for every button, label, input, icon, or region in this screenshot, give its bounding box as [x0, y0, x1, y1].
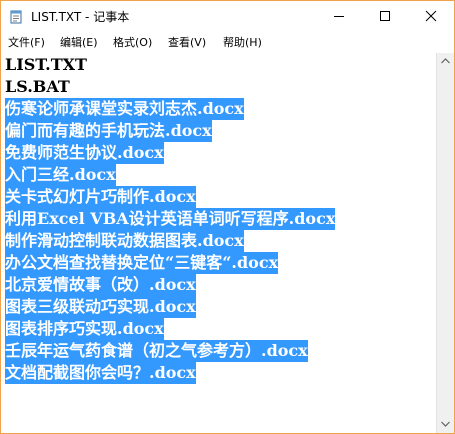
- selected-text-line[interactable]: 图表三级联动巧实现.docx: [5, 296, 196, 318]
- notepad-icon: [9, 9, 23, 24]
- menu-format[interactable]: 格式(O): [113, 34, 152, 50]
- title-bar[interactable]: LIST.TXT - 记事本: [1, 1, 454, 31]
- text-editor[interactable]: LIST.TXT LS.BAT 伤寒论师承课堂实录刘志杰.docx 偏门而有趣的…: [2, 53, 435, 433]
- selected-text-line[interactable]: 办公文档查找替换定位“三键客“.docx: [5, 252, 279, 274]
- vertical-scrollbar[interactable]: [436, 53, 454, 433]
- selected-text-line[interactable]: 北京爱情故事（改）.docx: [5, 274, 196, 296]
- menu-bar: 文件(F) 编辑(E) 格式(O) 查看(V) 帮助(H): [1, 31, 454, 52]
- menu-view[interactable]: 查看(V): [168, 34, 206, 50]
- selected-text-line[interactable]: 偏门而有趣的手机玩法.docx: [5, 120, 212, 142]
- selected-text-line[interactable]: 入门三经.docx: [5, 164, 116, 186]
- notepad-window: LIST.TXT - 记事本 文件(F) 编辑(E) 格式(O) 查看(V) 帮…: [0, 0, 455, 434]
- selected-text-line[interactable]: 关卡式幻灯片巧制作.docx: [5, 186, 196, 208]
- window-title: LIST.TXT - 记事本: [31, 10, 130, 24]
- minimize-icon: [334, 16, 344, 17]
- selected-text-line[interactable]: 免费师范生协议.docx: [5, 142, 164, 164]
- close-icon: [425, 10, 437, 22]
- selected-text-line[interactable]: 壬辰年运气药食谱（初之气参考方）.docx: [5, 340, 308, 362]
- selected-text-line[interactable]: 图表排序巧实现.docx: [5, 318, 164, 340]
- menu-edit[interactable]: 编辑(E): [60, 34, 98, 50]
- selected-text-line[interactable]: 文档配截图你会吗？.docx: [5, 362, 196, 384]
- menu-file[interactable]: 文件(F): [8, 34, 45, 50]
- scroll-down-button[interactable]: [437, 416, 454, 433]
- close-button[interactable]: [408, 1, 454, 31]
- text-line[interactable]: LS.BAT: [5, 76, 70, 98]
- selected-text-line[interactable]: 利用Excel VBA设计英语单词听写程序.docx: [5, 208, 336, 230]
- scroll-up-arrow-icon: [441, 58, 450, 64]
- minimize-button[interactable]: [316, 1, 362, 31]
- maximize-icon: [380, 11, 390, 21]
- scroll-down-arrow-icon: [441, 421, 450, 427]
- selected-text-line[interactable]: 伤寒论师承课堂实录刘志杰.docx: [5, 98, 244, 120]
- selected-text-line[interactable]: 制作滑动控制联动数据图表.docx: [5, 230, 244, 252]
- menu-help[interactable]: 帮助(H): [223, 34, 262, 50]
- maximize-button[interactable]: [362, 1, 408, 31]
- text-line[interactable]: LIST.TXT: [5, 54, 87, 76]
- scroll-up-button[interactable]: [437, 53, 454, 70]
